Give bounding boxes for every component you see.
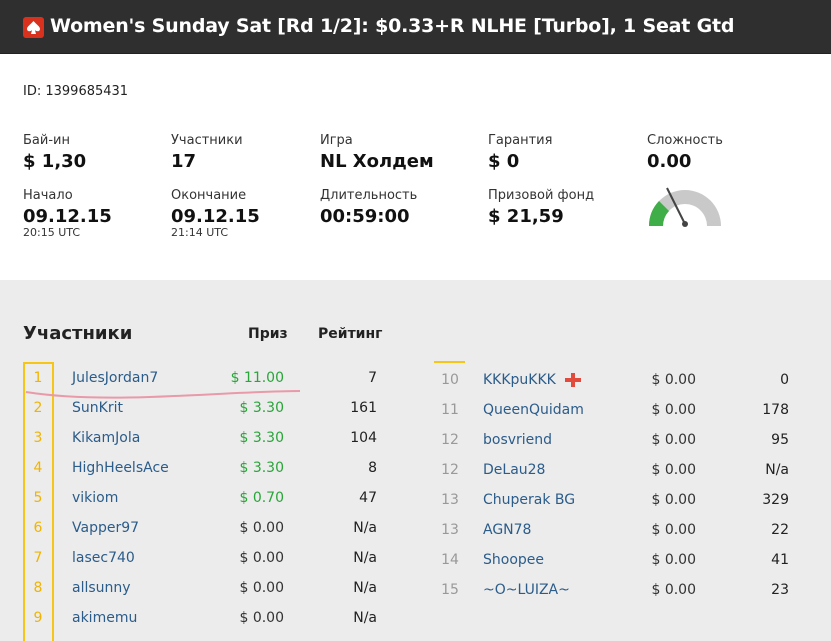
rating: 329	[762, 492, 789, 508]
rank: 10	[441, 372, 459, 388]
player-name[interactable]: AGN78	[483, 522, 531, 538]
rank: 15	[441, 582, 459, 598]
rank: 12	[441, 432, 459, 448]
stat-difficulty: Сложность 0.00	[647, 133, 723, 172]
stat-duration: Длительность 00:59:00	[320, 188, 417, 227]
player-name[interactable]: QueenQuidam	[483, 402, 584, 418]
prize: $ 0.00	[651, 522, 696, 538]
table-row[interactable]: 14 Shoopee $ 0.00 41	[0, 552, 831, 582]
title-bar: Women's Sunday Sat [Rd 1/2]: $0.33+R NLH…	[0, 0, 831, 54]
stat-value: $ 1,30	[23, 151, 87, 172]
rating: 22	[771, 522, 789, 538]
rank: 14	[441, 552, 459, 568]
rank: 13	[441, 492, 459, 508]
stat-label: Призовой фонд	[488, 188, 595, 203]
stat-value: 17	[171, 151, 197, 172]
rank: 13	[441, 522, 459, 538]
rank: 11	[441, 402, 459, 418]
player-name[interactable]: ~O~LUIZA~	[483, 582, 570, 598]
stat-time: 21:14 UTC	[171, 226, 229, 239]
rating: 95	[771, 432, 789, 448]
prize-column-header: Приз	[248, 326, 288, 342]
rank: 9	[33, 610, 43, 626]
results-title: Участники	[23, 323, 133, 344]
table-row[interactable]: 12 DeLau28 $ 0.00 N/a	[0, 462, 831, 492]
stat-value: $ 21,59	[488, 206, 564, 227]
stat-value: 00:59:00	[320, 206, 410, 227]
rating: 178	[762, 402, 789, 418]
winner-underline-mark	[24, 388, 304, 407]
stat-label: Гарантия	[488, 133, 553, 148]
rating: 23	[771, 582, 789, 598]
player-name[interactable]: Chuperak BG	[483, 492, 575, 508]
rank-bracket-top	[23, 362, 54, 364]
stat-end: Окончание 09.12.15 21:14 UTC	[171, 188, 260, 239]
table-row[interactable]: 13 AGN78 $ 0.00 22	[0, 522, 831, 552]
player-name[interactable]: DeLau28	[483, 462, 545, 478]
table-row[interactable]: 15 ~O~LUIZA~ $ 0.00 23	[0, 582, 831, 612]
pokerstars-spade-icon	[23, 17, 44, 38]
prize: $ 0.00	[651, 582, 696, 598]
rating-column-header: Рейтинг	[318, 326, 383, 342]
stat-label: Бай-ин	[23, 133, 70, 148]
stat-game: Игра NL Холдем	[320, 133, 434, 172]
stat-label: Окончание	[171, 188, 247, 203]
rank: 12	[441, 462, 459, 478]
stat-label: Игра	[320, 133, 353, 148]
stat-buyin: Бай-ин $ 1,30	[23, 133, 86, 172]
rank-bracket-top-right	[434, 361, 465, 363]
stat-start: Начало 09.12.15 20:15 UTC	[23, 188, 112, 239]
player-name[interactable]: Shoopee	[483, 552, 544, 568]
prize: $ 0.00	[651, 552, 696, 568]
stat-guarantee: Гарантия $ 0	[488, 133, 552, 172]
stat-value: 09.12.15	[23, 206, 112, 227]
stat-entrants: Участники 17	[171, 133, 243, 172]
rating: N/a	[765, 462, 789, 478]
prize: $ 0.00	[651, 492, 696, 508]
prize: $ 0.00	[239, 610, 284, 626]
stat-label: Сложность	[647, 133, 723, 148]
prize: $ 0.00	[651, 402, 696, 418]
tournament-id: ID: 1399685431	[23, 84, 129, 99]
stat-label: Длительность	[320, 188, 418, 203]
rating: N/a	[353, 610, 377, 626]
rating: 41	[771, 552, 789, 568]
prize: $ 0.00	[651, 432, 696, 448]
player-name[interactable]: bosvriend	[483, 432, 552, 448]
stat-value: NL Холдем	[320, 151, 434, 172]
stat-label: Участники	[171, 133, 243, 148]
stat-prizepool: Призовой фонд $ 21,59	[488, 188, 594, 227]
stat-value: 09.12.15	[171, 206, 260, 227]
stat-value: $ 0	[488, 151, 520, 172]
red-cross-flag-icon	[564, 372, 582, 392]
table-row[interactable]: 12 bosvriend $ 0.00 95	[0, 432, 831, 462]
player-name[interactable]: akimemu	[72, 610, 137, 626]
difficulty-gauge-icon	[645, 184, 725, 234]
rating: 0	[780, 372, 789, 388]
stat-time: 20:15 UTC	[23, 226, 81, 239]
prize: $ 0.00	[651, 372, 696, 388]
table-row[interactable]: 9 akimemu $ 0.00 N/a	[0, 610, 831, 640]
stat-value: 0.00	[647, 151, 692, 172]
tournament-title: Women's Sunday Sat [Rd 1/2]: $0.33+R NLH…	[50, 15, 735, 37]
table-row[interactable]: 13 Chuperak BG $ 0.00 329	[0, 492, 831, 522]
prize: $ 0.00	[651, 462, 696, 478]
stat-label: Начало	[23, 188, 73, 203]
player-name[interactable]: KKKpuKKK	[483, 372, 556, 388]
